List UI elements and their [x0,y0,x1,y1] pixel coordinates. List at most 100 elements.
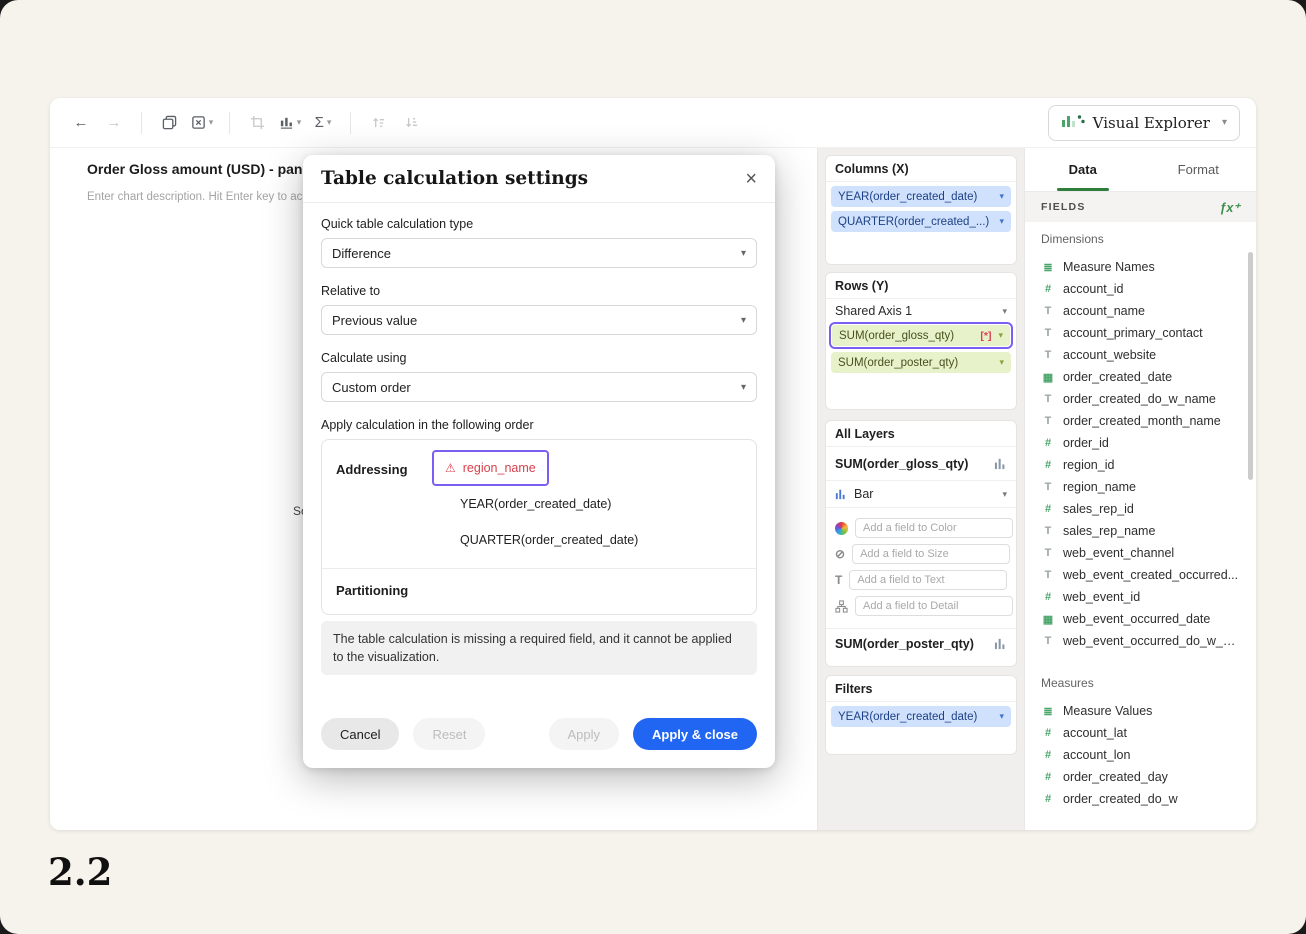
field-row[interactable]: Torder_created_do_w_name [1041,388,1240,410]
layer-row-gloss[interactable]: SUM(order_gloss_qty) [826,447,1016,481]
crop-button[interactable] [242,108,272,138]
layer-row-poster[interactable]: SUM(order_poster_qty) [826,628,1016,658]
close-icon[interactable]: × [745,169,757,189]
relative-to-select[interactable]: Previous value ▾ [321,305,757,335]
number-type-icon: # [1041,503,1055,515]
addressing-label: Addressing [336,450,432,558]
list-type-icon: ≣ [1041,705,1055,718]
field-pill[interactable]: YEAR(order_created_date) ▾ [831,186,1011,207]
text-type-icon: T [1041,305,1055,317]
field-row[interactable]: Tregion_name [1041,476,1240,498]
field-pill[interactable]: SUM(order_poster_qty) ▾ [831,352,1011,373]
field-row[interactable]: Tsales_rep_name [1041,520,1240,542]
calc-type-value: Difference [332,246,391,261]
field-name: web_event_occurred_date [1063,612,1210,626]
cancel-button[interactable]: Cancel [321,718,399,750]
calc-type-group: Quick table calculation type Difference … [321,217,757,268]
field-pill[interactable]: YEAR(order_created_date) ▾ [831,706,1011,727]
field-row[interactable]: Taccount_name [1041,300,1240,322]
field-row[interactable]: #account_lon [1041,744,1240,766]
field-row[interactable]: ▦order_created_date [1041,366,1240,388]
toolbar-divider [141,112,142,134]
text-type-icon: T [1041,569,1055,581]
forward-button[interactable]: → [99,108,129,138]
filters-shelf-title: Filters [826,676,1016,702]
field-row[interactable]: ▦web_event_occurred_date [1041,608,1240,630]
color-field-input[interactable] [855,518,1013,538]
tab-data[interactable]: Data [1025,148,1141,191]
text-type-icon: T [1041,481,1055,493]
duplicate-icon [162,115,177,130]
fields-panel: Data Format FIELDS ƒx⁺ Dimensions ≣Measu… [1024,148,1256,830]
field-row[interactable]: #account_id [1041,278,1240,300]
field-name: web_event_created_occurred... [1063,568,1238,582]
field-row[interactable]: #sales_rep_id [1041,498,1240,520]
field-row[interactable]: #account_lat [1041,722,1240,744]
field-name: account_name [1063,304,1145,318]
shared-axis-selector[interactable]: Shared Axis 1 ▾ [826,299,1016,320]
field-name: order_created_day [1063,770,1168,784]
calc-type-select[interactable]: Difference ▾ [321,238,757,268]
chart-description-placeholder[interactable]: Enter chart description. Hit Enter key t… [87,191,302,203]
field-row[interactable]: #web_event_id [1041,586,1240,608]
shared-axis-label: Shared Axis 1 [835,304,912,318]
field-name: order_created_date [1063,370,1172,384]
duplicate-element-button[interactable] [154,108,184,138]
field-row[interactable]: Tweb_event_channel [1041,542,1240,564]
reset-button[interactable]: Reset [413,718,485,750]
field-row[interactable]: Taccount_primary_contact [1041,322,1240,344]
shelves-panel: Columns (X) YEAR(order_created_date) ▾ Q… [817,148,1024,830]
field-row[interactable]: Tweb_event_created_occurred... [1041,564,1240,586]
chevron-down-icon: ▾ [741,315,746,326]
text-field-input[interactable] [849,570,1007,590]
apply-button[interactable]: Apply [549,718,620,750]
apply-and-close-button[interactable]: Apply & close [633,718,757,750]
delete-element-button[interactable]: ▾ [187,108,217,138]
visual-explorer-icon [1061,112,1085,133]
dialog-body: Quick table calculation type Difference … [303,203,775,704]
addressing-item[interactable]: QUARTER(order_created_date) [432,522,742,558]
field-name: account_primary_contact [1063,326,1203,340]
field-row[interactable]: Taccount_website [1041,344,1240,366]
addressing-items: ⚠ region_name YEAR(order_created_date) Q… [432,450,742,558]
field-row[interactable]: Tweb_event_occurred_do_w_na... [1041,630,1240,652]
addressing-item-error[interactable]: ⚠ region_name [432,450,549,486]
calculate-using-group: Calculate using Custom order ▾ [321,351,757,402]
visual-explorer-selector[interactable]: Visual Explorer ▾ [1048,105,1240,141]
order-section-label: Apply calculation in the following order [321,418,757,432]
field-row[interactable]: #order_created_day [1041,766,1240,788]
layer-name: SUM(order_poster_qty) [835,637,974,651]
mark-type-selector[interactable]: Bar ▾ [826,481,1016,508]
sort-ascending-button[interactable] [363,108,393,138]
number-type-icon: # [1041,283,1055,295]
field-name: order_created_month_name [1063,414,1221,428]
field-row[interactable]: #order_created_do_w [1041,788,1240,810]
size-field-input[interactable] [852,544,1010,564]
field-name: account_lat [1063,726,1127,740]
field-row[interactable]: #order_id [1041,432,1240,454]
addressing-item[interactable]: YEAR(order_created_date) [432,486,742,522]
field-row[interactable]: Torder_created_month_name [1041,410,1240,432]
chart-title[interactable]: Order Gloss amount (USD) - pane [87,161,310,177]
chevron-down-icon: ▾ [741,382,746,393]
back-button[interactable]: ← [66,108,96,138]
field-pill[interactable]: QUARTER(order_created_...) ▾ [831,211,1011,232]
field-row[interactable]: #region_id [1041,454,1240,476]
field-row[interactable]: ≣Measure Names [1041,256,1240,278]
sort-ascending-icon [371,115,386,130]
mark-type-value: Bar [854,487,873,501]
calculate-using-select[interactable]: Custom order ▾ [321,372,757,402]
fields-scrollbar[interactable] [1248,252,1253,480]
partitioning-label: Partitioning [322,568,756,614]
field-row[interactable]: ≣Measure Values [1041,700,1240,722]
field-pill-selected[interactable]: SUM(order_gloss_qty) [*] ▾ [832,325,1010,346]
chart-axes-button[interactable]: ▾ [275,108,305,138]
bar-chart-icon [279,115,294,130]
text-type-icon: T [1041,415,1055,427]
sort-descending-button[interactable] [396,108,426,138]
add-formula-button[interactable]: ƒx⁺ [1219,200,1240,215]
detail-field-input[interactable] [855,596,1013,616]
tab-format[interactable]: Format [1141,148,1257,191]
aggregate-button[interactable]: Σ ▾ [308,108,338,138]
selected-pill-highlight: SUM(order_gloss_qty) [*] ▾ [829,322,1013,349]
